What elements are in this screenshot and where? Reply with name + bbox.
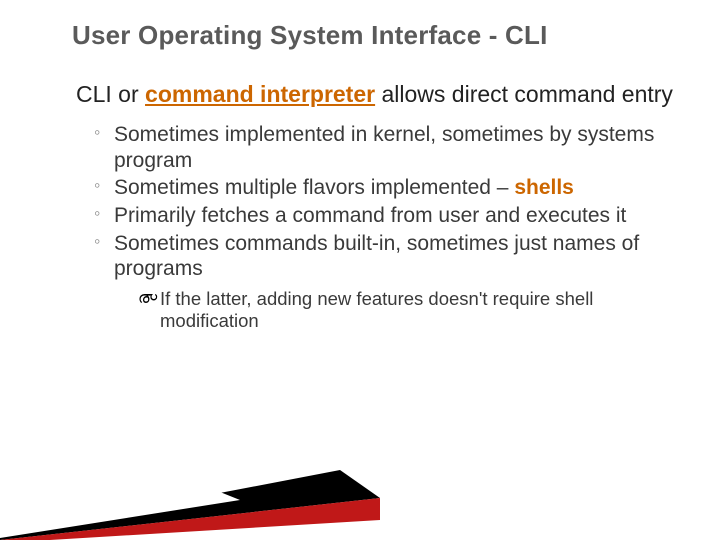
lead-pre: CLI or	[76, 81, 145, 107]
slide-body: User Operating System Interface - CLI CL…	[0, 0, 720, 333]
list-item: Sometimes implemented in kernel, sometim…	[94, 122, 680, 173]
list-item: Primarily fetches a command from user an…	[94, 203, 680, 229]
bullet-text: Sometimes multiple flavors implemented –	[114, 176, 514, 199]
subnote: ൞ If the latter, adding new features doe…	[138, 288, 680, 333]
bullet-strong: shells	[514, 176, 574, 199]
lead-post: allows direct command entry	[375, 81, 673, 107]
link-icon: ൞	[138, 289, 157, 309]
bullet-text: Sometimes implemented in kernel, sometim…	[114, 123, 654, 172]
lead-strong: command interpreter	[145, 81, 375, 107]
list-item: Sometimes multiple flavors implemented –…	[94, 175, 680, 201]
lead-paragraph: CLI or command interpreter allows direct…	[72, 81, 680, 108]
subnote-text: If the latter, adding new features doesn…	[160, 288, 593, 332]
bullet-list: Sometimes implemented in kernel, sometim…	[94, 122, 680, 282]
bullet-text: Sometimes commands built-in, sometimes j…	[114, 232, 639, 281]
decorative-wedges	[0, 460, 380, 540]
list-item: Sometimes commands built-in, sometimes j…	[94, 231, 680, 282]
slide-title: User Operating System Interface - CLI	[72, 20, 680, 51]
bullet-text: Primarily fetches a command from user an…	[114, 204, 626, 227]
